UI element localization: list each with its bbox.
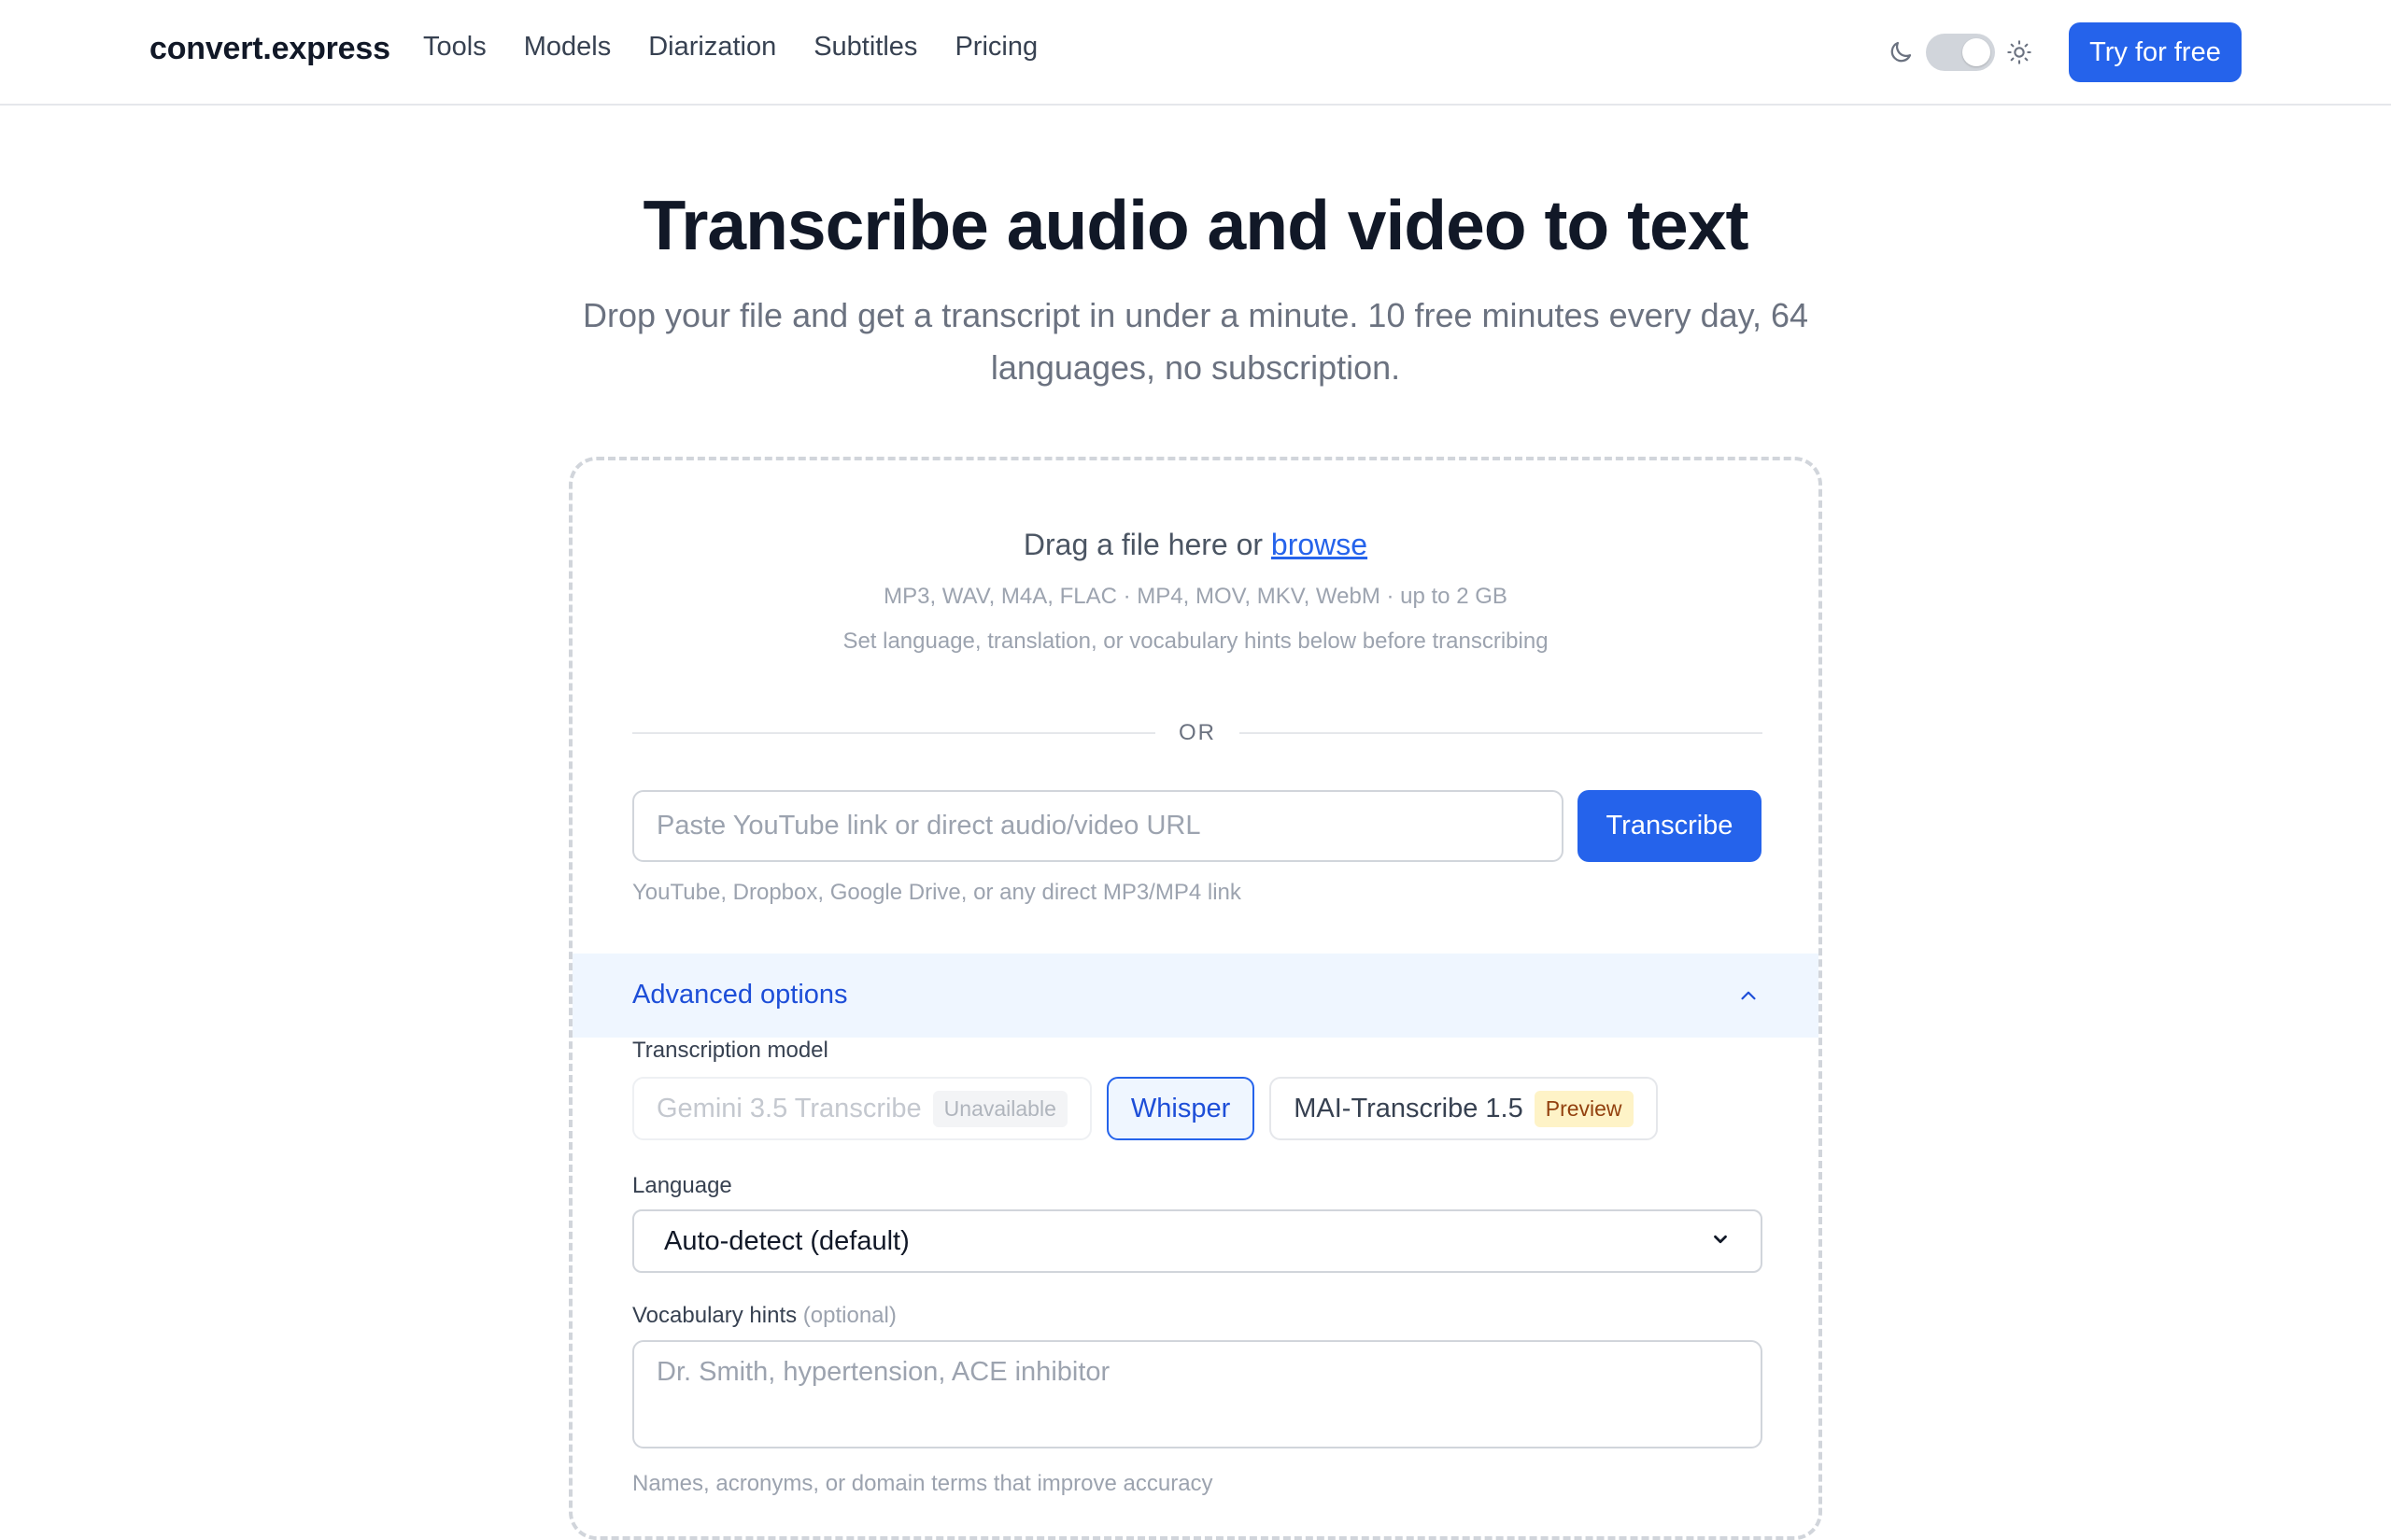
theme-toggle-group — [1887, 31, 2032, 74]
language-label: Language — [632, 1173, 732, 1198]
or-divider: OR — [632, 718, 1762, 746]
language-select[interactable]: Auto-detect (default) — [632, 1209, 1762, 1273]
vocabulary-hints-help: Names, acronyms, or domain terms that im… — [632, 1471, 1213, 1496]
theme-toggle-switch[interactable] — [1926, 34, 1995, 71]
url-input[interactable] — [632, 790, 1563, 862]
moon-icon — [1887, 38, 1915, 66]
url-input-hint: YouTube, Dropbox, Google Drive, or any d… — [632, 880, 1241, 905]
upload-dropzone[interactable]: Drag a file here or browse MP3, WAV, M4A… — [569, 457, 1822, 1540]
vocabulary-hints-label: Vocabulary hints (optional) — [632, 1303, 897, 1329]
nav-link-subtitles[interactable]: Subtitles — [814, 32, 917, 63]
dropzone-prompt-text: Drag a file here or — [1023, 528, 1271, 561]
transcribe-button[interactable]: Transcribe — [1577, 790, 1761, 862]
nav-link-tools[interactable]: Tools — [423, 32, 487, 63]
nav-link-pricing[interactable]: Pricing — [955, 32, 1038, 63]
optional-tag: (optional) — [802, 1303, 897, 1328]
page-subtitle: Drop your file and get a transcript in u… — [582, 296, 1809, 387]
model-option-gemini: Gemini 3.5 Transcribe Unavailable — [632, 1077, 1092, 1140]
preview-badge: Preview — [1534, 1090, 1634, 1127]
model-name: MAI-Transcribe 1.5 — [1294, 1093, 1523, 1123]
page-title: Transcribe audio and video to text — [643, 186, 1749, 264]
top-navigation-bar: convert.express Tools Models Diarization… — [0, 0, 2391, 106]
nav-link-diarization[interactable]: Diarization — [648, 32, 776, 63]
unavailable-badge: Unavailable — [932, 1090, 1068, 1127]
model-selector: Gemini 3.5 Transcribe Unavailable Whispe… — [632, 1077, 1658, 1140]
site-logo[interactable]: convert.express — [149, 31, 390, 67]
model-name: Gemini 3.5 Transcribe — [657, 1093, 922, 1123]
try-for-free-button[interactable]: Try for free — [2069, 22, 2242, 82]
model-name: Whisper — [1130, 1093, 1231, 1123]
vocabulary-hints-input[interactable] — [632, 1340, 1762, 1448]
vocabulary-hints-label-text: Vocabulary hints — [632, 1303, 798, 1328]
transcription-model-label: Transcription model — [632, 1038, 828, 1063]
advanced-options-label: Advanced options — [632, 980, 848, 1010]
supported-formats-text: MP3, WAV, M4A, FLAC · MP4, MOV, MKV, Web… — [884, 584, 1507, 609]
browse-link[interactable]: browse — [1271, 528, 1367, 561]
chevron-down-icon — [1710, 1226, 1731, 1257]
divider-line-right — [1239, 732, 1762, 734]
dropzone-prompt: Drag a file here or browse — [573, 528, 1818, 562]
model-option-whisper[interactable]: Whisper — [1106, 1077, 1255, 1140]
sun-icon — [2006, 39, 2032, 65]
theme-toggle-knob — [1962, 38, 1990, 66]
advanced-options-toggle[interactable]: Advanced options — [573, 954, 1818, 1038]
nav-link-models[interactable]: Models — [524, 32, 612, 63]
main-nav: Tools Models Diarization Subtitles Prici… — [423, 32, 1038, 63]
dropzone-hint-text: Set language, translation, or vocabulary… — [842, 629, 1549, 654]
model-option-mai-transcribe[interactable]: MAI-Transcribe 1.5 Preview — [1269, 1077, 1658, 1140]
language-select-value: Auto-detect (default) — [664, 1225, 910, 1256]
chevron-up-icon — [1736, 983, 1761, 1012]
